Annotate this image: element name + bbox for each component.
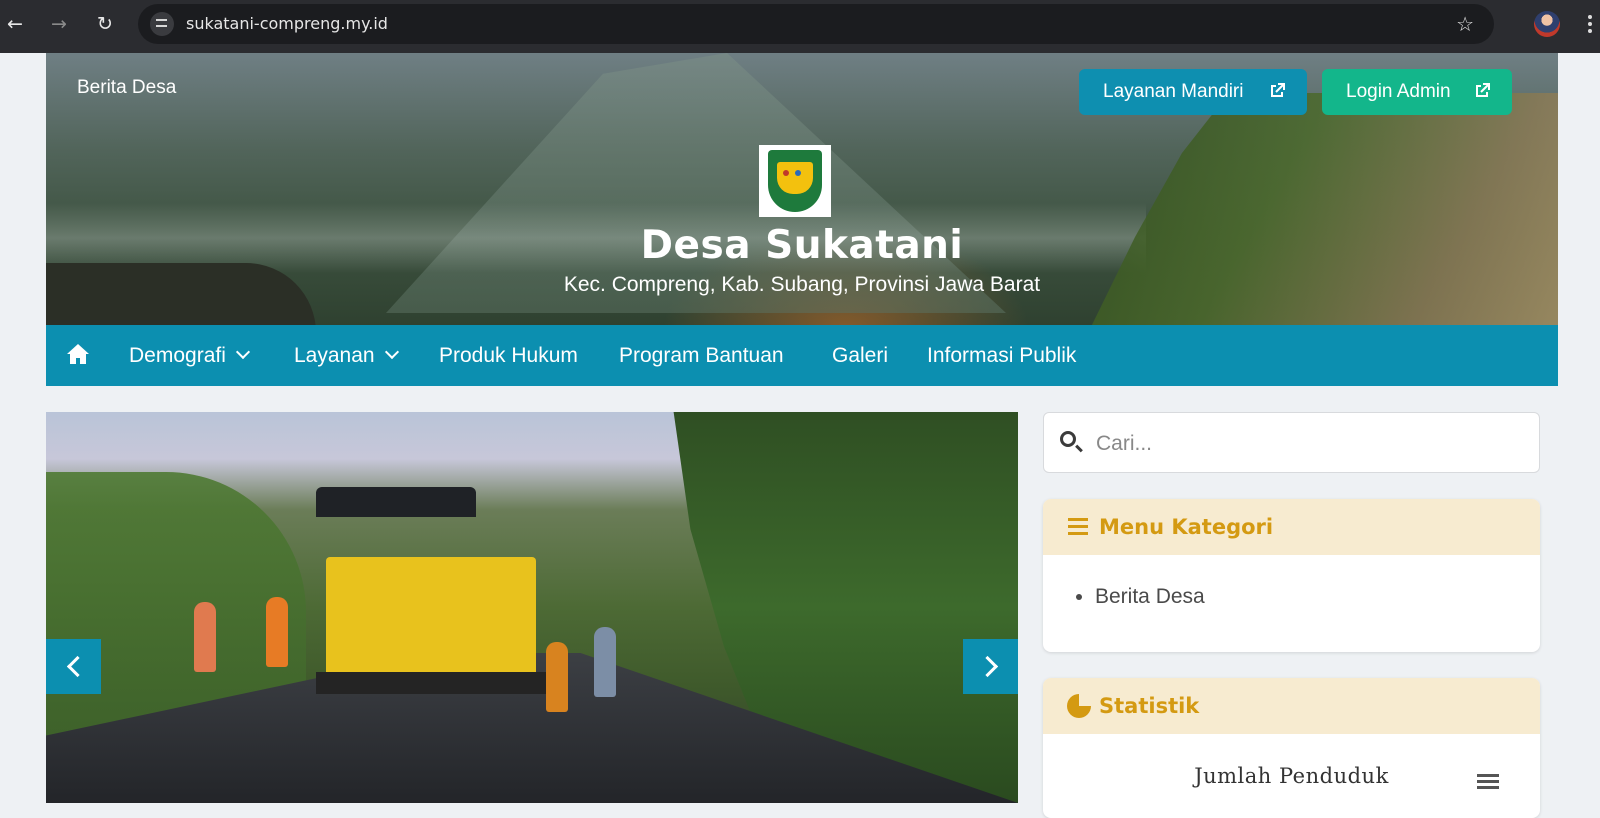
nav-item-informasi-publik[interactable]: Informasi Publik (927, 325, 1076, 386)
url-text[interactable]: sukatani-compreng.my.id (186, 4, 388, 44)
search-box[interactable] (1043, 412, 1540, 474)
layanan-mandiri-label: Layanan Mandiri (1103, 81, 1244, 102)
news-slider[interactable] (46, 412, 1018, 803)
search-input[interactable] (1094, 413, 1528, 474)
chevron-left-icon (66, 655, 89, 678)
logo-shield-icon (768, 150, 822, 212)
site-title: Desa Sukatani (640, 223, 964, 268)
chart-title: Jumlah Penduduk (1194, 764, 1389, 788)
search-icon (1060, 431, 1076, 447)
browser-menu-icon[interactable] (1588, 13, 1594, 35)
category-list: Berita Desa (1043, 555, 1540, 639)
chevron-down-icon (384, 344, 399, 360)
logo-detail (783, 170, 789, 176)
login-admin-label: Login Admin (1346, 81, 1451, 102)
bookmark-star-icon[interactable]: ☆ (1456, 4, 1474, 44)
nav-item-layanan[interactable]: Layanan (294, 325, 399, 386)
slider-next-button[interactable] (963, 639, 1018, 694)
external-link-icon (1271, 83, 1285, 97)
slider-prev-button[interactable] (46, 639, 101, 694)
berita-desa-link[interactable]: Berita Desa (77, 77, 176, 99)
slide-image-worker (266, 597, 288, 667)
nav-item-label: Layanan (294, 344, 375, 367)
slide-image-paver (316, 487, 546, 702)
nav-item-produk-hukum[interactable]: Produk Hukum (439, 325, 578, 386)
nav-item-galeri[interactable]: Galeri (832, 325, 888, 386)
layanan-mandiri-button[interactable]: Layanan Mandiri (1079, 69, 1307, 115)
browser-toolbar: ← → ↻ sukatani-compreng.my.id ☆ (0, 0, 1600, 53)
hero-banner: Berita Desa Layanan Mandiri Login Admin … (46, 53, 1558, 325)
site-info-icon[interactable] (150, 12, 174, 36)
paver-body (326, 557, 536, 677)
login-admin-button[interactable]: Login Admin (1322, 69, 1512, 115)
forward-arrow-icon[interactable]: → (46, 11, 72, 37)
main-navbar: Demografi Layanan Produk Hukum Program B… (46, 325, 1558, 386)
home-icon[interactable] (66, 343, 90, 365)
chevron-right-icon (976, 655, 999, 678)
chevron-down-icon (235, 344, 250, 360)
hamburger-menu-icon[interactable] (1477, 774, 1499, 777)
nav-item-program-bantuan[interactable]: Program Bantuan (619, 325, 784, 386)
address-bar[interactable]: sukatani-compreng.my.id ☆ (138, 4, 1494, 44)
back-arrow-icon[interactable]: ← (2, 11, 28, 37)
card-title: Statistik (1099, 694, 1200, 718)
pie-chart-icon (1067, 694, 1091, 718)
card-title: Menu Kategori (1099, 515, 1274, 539)
slide-image-worker (594, 627, 616, 697)
slide-image-worker (546, 642, 568, 712)
profile-avatar[interactable] (1534, 11, 1560, 37)
card-header: Menu Kategori (1043, 499, 1540, 555)
logo-emblem (777, 162, 813, 194)
site-subtitle: Kec. Compreng, Kab. Subang, Provinsi Jaw… (563, 273, 1041, 296)
paver-roof (316, 487, 476, 517)
statistik-chart: Jumlah Penduduk (1043, 734, 1540, 804)
menu-kategori-card: Menu Kategori Berita Desa (1043, 499, 1540, 652)
card-header: Statistik (1043, 678, 1540, 734)
bars-icon (1068, 518, 1088, 521)
paver-base (316, 672, 546, 694)
statistik-card: Statistik Jumlah Penduduk (1043, 678, 1540, 818)
village-logo[interactable] (759, 145, 831, 217)
external-link-icon (1476, 83, 1490, 97)
category-item-berita-desa[interactable]: Berita Desa (1095, 585, 1540, 609)
nav-item-demografi[interactable]: Demografi (129, 325, 250, 386)
reload-icon[interactable]: ↻ (92, 11, 118, 37)
nav-item-label: Demografi (129, 344, 226, 367)
slide-image-worker (194, 602, 216, 672)
